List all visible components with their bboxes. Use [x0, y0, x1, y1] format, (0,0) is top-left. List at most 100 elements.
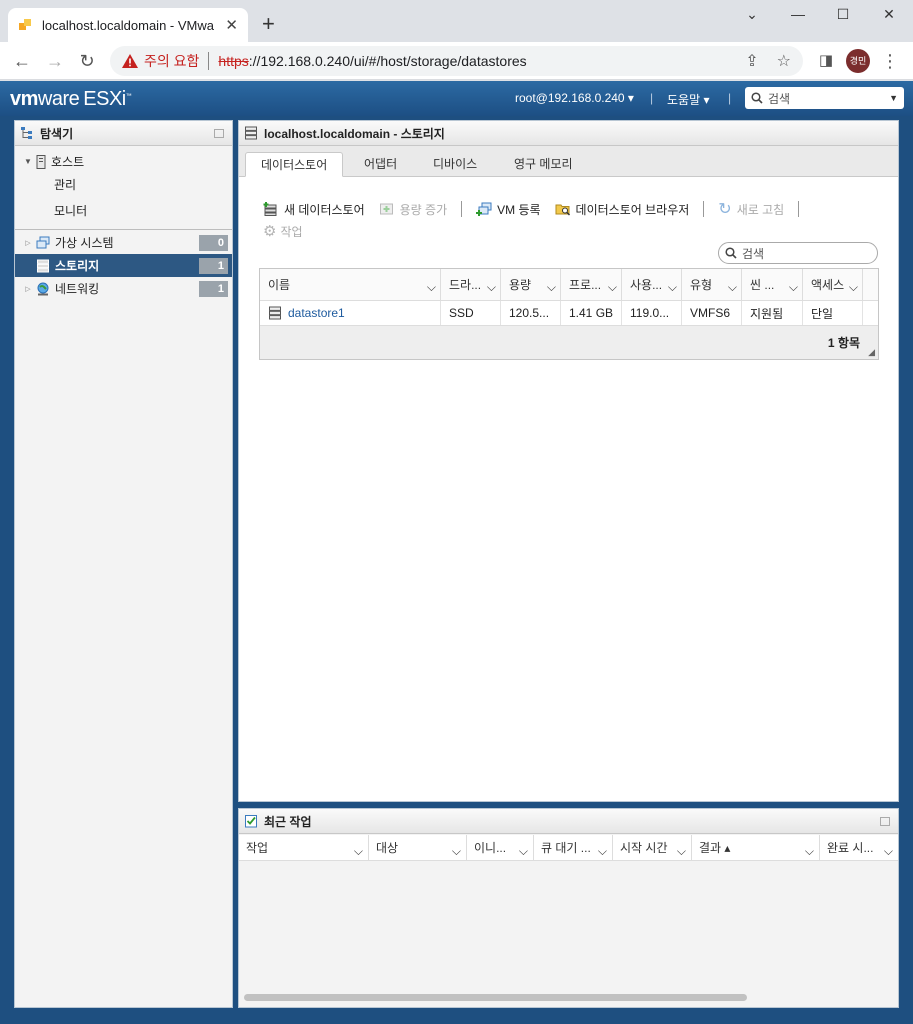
url-rest: ://192.168.0.240/ui/#/host/storage/datas… [248, 53, 527, 69]
column-header-started[interactable]: 시작 시간 ⌵ [613, 835, 692, 860]
tab-search-icon[interactable]: ⌄ [732, 6, 772, 26]
register-vm-icon [476, 202, 492, 216]
warning-triangle-icon [122, 54, 138, 68]
tasks-table-header: 작업 ⌵ 대상 ⌵ 이니... ⌵ 큐 대기 ... ⌵ 시작 시간 ⌵ 결과 ▴ ⌵ 완료… [239, 835, 898, 861]
help-menu[interactable]: 도움말 ▾ [667, 91, 709, 108]
networking-globe-icon [37, 282, 49, 295]
column-header-type[interactable]: 유형 ⌵ [682, 269, 742, 300]
navigator-title: 탐색기 [40, 126, 74, 141]
search-icon [751, 92, 763, 104]
close-tab-icon[interactable]: ✕ [225, 16, 238, 34]
column-header-drive[interactable]: 드라... ⌵ [441, 269, 501, 300]
tasks-button[interactable]: ⚙ 작업 [263, 222, 303, 240]
browser-tab[interactable]: localhost.localdomain - VMware ✕ [8, 8, 248, 42]
increase-capacity-icon [379, 203, 393, 215]
resize-grip-icon[interactable]: ◢ [868, 347, 875, 358]
user-menu[interactable]: root@192.168.0.240 ▾ [515, 91, 634, 105]
datastore-browser-button[interactable]: 데이터스토어 브라우저 [555, 201, 689, 218]
nav-networking-count: 1 [199, 281, 228, 297]
new-tab-icon[interactable]: + [262, 12, 275, 36]
register-vm-button[interactable]: VM 등록 [476, 201, 541, 218]
browser-tab-title: localhost.localdomain - VMware [42, 17, 214, 33]
item-count: 1 항목 [827, 336, 860, 350]
gear-icon: ⚙ [263, 223, 277, 240]
chevron-down-icon: ⌵ [848, 280, 858, 294]
share-icon[interactable]: ⇪ [745, 51, 758, 71]
nav-vm-count: 0 [199, 235, 228, 251]
bookmark-star-icon[interactable]: ☆ [777, 51, 791, 71]
column-header-used[interactable]: 사용... ⌵ [622, 269, 682, 300]
chevron-down-icon: ⌵ [607, 280, 617, 294]
recent-tasks-header: 최근 작업 [239, 809, 898, 834]
nav-divider [15, 229, 232, 230]
cell-capacity: 120.5... [501, 301, 561, 325]
column-header-completed[interactable]: 완료 시... ⌵ [820, 835, 898, 860]
collapse-panel-icon[interactable] [214, 128, 224, 138]
refresh-button[interactable]: ↻ 새로 고침 [718, 199, 784, 219]
minimize-icon[interactable]: — [778, 6, 818, 26]
forward-icon[interactable]: → [45, 51, 65, 71]
esxi-header: vmware ESXi™ root@192.168.0.240 ▾ | 도움말 ▾… [0, 81, 913, 116]
maximize-icon[interactable]: ☐ [823, 6, 863, 26]
column-header-queued[interactable]: 큐 대기 ... ⌵ [534, 835, 613, 860]
nav-storage-label: 스토리지 [55, 259, 100, 273]
collapse-panel-icon[interactable] [880, 816, 890, 826]
new-datastore-label: 새 데이터스토어 [284, 202, 365, 217]
omnibox-divider [208, 52, 210, 70]
back-icon[interactable]: ← [12, 51, 32, 71]
chevron-down-icon: ⌵ [426, 280, 436, 294]
nav-item-host[interactable]: ▼ 호스트 [15, 150, 232, 173]
expand-right-icon[interactable]: ▷ [23, 239, 33, 247]
navigator-tree-icon [21, 127, 32, 139]
chevron-down-icon: ⌵ [667, 280, 677, 294]
tab-devices[interactable]: 디바이스 [418, 152, 492, 177]
search-dropdown-icon[interactable]: ▼ [889, 93, 898, 103]
expand-right-icon[interactable]: ▷ [23, 285, 33, 293]
tab-datastores[interactable]: 데이터스토어 [245, 152, 344, 177]
tab-persistent-memory[interactable]: 영구 메모리 [499, 152, 588, 177]
datastore-icon [269, 306, 281, 320]
storage-panel-title: localhost.localdomain - 스토리지 [264, 126, 445, 141]
side-panel-icon[interactable]: ◨ [816, 51, 836, 71]
tasks-checklist-icon [245, 815, 257, 828]
toolbar-divider [461, 201, 463, 217]
profile-avatar[interactable]: 경민 [846, 49, 870, 73]
nav-item-virtual-machines[interactable]: ▷ 가상 시스템 0 [15, 231, 232, 254]
increase-capacity-button[interactable]: 용량 증가 [379, 201, 447, 218]
column-header-initiator[interactable]: 이니... ⌵ [467, 835, 534, 860]
address-bar[interactable]: 주의 요함 https://192.168.0.240/ui/#/host/st… [110, 46, 803, 76]
column-header-provisioned[interactable]: 프로... ⌵ [561, 269, 622, 300]
header-search-input[interactable]: 검색 ▼ [745, 87, 904, 109]
cell-type: VMFS6 [682, 301, 742, 325]
nav-storage-count: 1 [199, 258, 228, 274]
reload-icon[interactable]: ↻ [77, 51, 97, 71]
storage-panel-header: localhost.localdomain - 스토리지 [239, 121, 898, 146]
nav-item-networking[interactable]: ▷ 네트워킹 1 [15, 277, 232, 300]
header-divider: | [650, 91, 654, 105]
horizontal-scrollbar[interactable] [244, 994, 747, 1001]
datastore-link[interactable]: datastore1 [288, 306, 345, 320]
nav-item-monitor[interactable]: 모니터 [15, 199, 232, 222]
nav-item-manage[interactable]: 관리 [15, 173, 232, 196]
menu-kebab-icon[interactable]: ⋮ [880, 51, 900, 71]
datastore-search-input[interactable]: 검색 [718, 242, 878, 264]
navigator-header: 탐색기 [15, 121, 232, 146]
url-text: https://192.168.0.240/ui/#/host/storage/… [218, 53, 526, 69]
column-header-result[interactable]: 결과 ▴ ⌵ [692, 835, 820, 860]
column-header-access[interactable]: 액세스 ⌵ [803, 269, 863, 300]
tab-adapters[interactable]: 어댑터 [349, 152, 412, 177]
column-header-thin[interactable]: 씬 ... ⌵ [742, 269, 803, 300]
new-datastore-button[interactable]: 새 데이터스토어 [263, 201, 365, 218]
chevron-down-icon: ⌵ [518, 844, 528, 858]
expand-down-icon[interactable]: ▼ [23, 157, 33, 166]
column-header-task[interactable]: 작업 ⌵ [239, 835, 369, 860]
window-close-icon[interactable]: ✕ [869, 6, 909, 26]
column-header-name[interactable]: 이름 ⌵ [260, 269, 441, 300]
column-header-target[interactable]: 대상 ⌵ [369, 835, 467, 860]
nav-vm-label: 가상 시스템 [55, 236, 114, 250]
nav-item-storage[interactable]: 스토리지 1 [15, 254, 232, 277]
security-warning[interactable]: 주의 요함 [122, 51, 199, 71]
table-row[interactable]: datastore1 SSD 120.5... 1.41 GB 119.0...… [260, 301, 878, 326]
chevron-down-icon: ⌵ [486, 280, 496, 294]
column-header-capacity[interactable]: 용량 ⌵ [501, 269, 561, 300]
